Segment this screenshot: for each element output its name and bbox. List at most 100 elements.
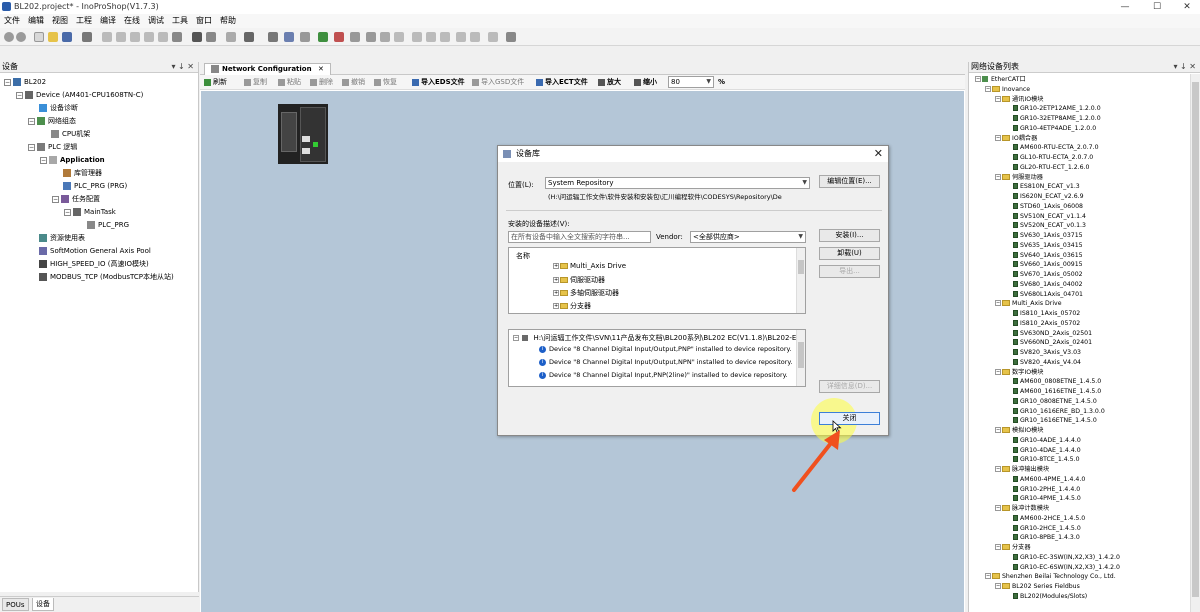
category-item[interactable]: − Inovance (985, 85, 1030, 94)
category-item[interactable]: − 脉冲计数模块 (995, 504, 1049, 513)
comment-icon[interactable] (506, 32, 516, 42)
category-item[interactable]: − 模拟IO模块 (995, 426, 1043, 435)
collapse-icon[interactable]: − (985, 573, 991, 580)
import-ect-button[interactable]: 导入ECT文件 (536, 77, 588, 88)
redo-toolbar-icon[interactable] (116, 32, 126, 42)
collapse-icon[interactable]: − (995, 544, 1001, 550)
device-item[interactable]: SV820_3Axis_V3.03 (1005, 348, 1081, 357)
device-item[interactable]: GR10-4DAE_1.4.4.0 (1005, 446, 1081, 455)
tab-network-configuration[interactable]: Network Configuration ✕ (204, 63, 331, 75)
tab-devices[interactable]: 设备 (32, 598, 54, 611)
step-over-icon[interactable] (412, 32, 422, 42)
device-item[interactable]: GR10-EC-3SW(IN,X2,X3)_1.4.2.0 (1005, 553, 1120, 562)
device-item[interactable]: GR10-2ETP12AME_1.2.0.0 (1005, 104, 1101, 113)
redo-button[interactable]: 恢复 (374, 77, 397, 88)
log-scrollbar[interactable] (796, 330, 805, 386)
expand-icon[interactable]: + (553, 277, 559, 283)
tree-item[interactable]: 库管理器 (52, 167, 102, 179)
run-icon[interactable] (350, 32, 360, 42)
scrollbar-thumb[interactable] (798, 342, 804, 368)
logout-icon[interactable] (334, 32, 344, 42)
device-item[interactable]: AM600_0808ETNE_1.4.5.0 (1005, 377, 1101, 386)
paste-toolbar-icon[interactable] (158, 32, 168, 42)
category-item[interactable]: − IO耦合器 (995, 134, 1037, 143)
tree-item[interactable]: − PLC 逻辑 (28, 141, 77, 153)
device-list[interactable]: 名称 + Multi_Axis Drive + 伺服驱动器 + 多轴伺服驱动器 + 分支器 (508, 247, 806, 314)
collapse-icon[interactable]: − (995, 427, 1001, 433)
plc-device-image[interactable] (278, 104, 328, 164)
tree-item[interactable]: − Device (AM401-CPU1608TN-C) (16, 89, 143, 101)
collapse-icon[interactable]: − (4, 78, 11, 86)
back-icon[interactable] (4, 32, 14, 42)
new-file-icon[interactable] (34, 32, 44, 42)
collapse-icon[interactable]: − (16, 91, 23, 99)
expand-icon[interactable]: + (553, 303, 559, 309)
collapse-icon[interactable]: − (995, 300, 1001, 307)
category-item[interactable]: − Shenzhen Beilai Technology Co., Ltd. (985, 572, 1116, 581)
force-icon[interactable] (456, 32, 466, 42)
menu-debug[interactable]: 调试 (144, 14, 168, 28)
menu-view[interactable]: 视图 (48, 14, 72, 28)
tree-item[interactable]: CPU机架 (40, 128, 90, 140)
category-item[interactable]: − EtherCAT口 (975, 75, 1026, 84)
open-folder-icon[interactable] (48, 32, 58, 42)
collapse-icon[interactable]: − (52, 195, 59, 203)
category-item[interactable]: − 分支器 (995, 543, 1031, 552)
device-item[interactable]: GR10_1616ETNE_1.4.5.0 (1005, 416, 1097, 425)
category-item[interactable]: − 通讯IO模块 (995, 95, 1043, 104)
expand-icon[interactable]: + (553, 290, 559, 296)
collapse-icon[interactable]: − (995, 368, 1001, 375)
device-item[interactable]: IS620N_ECAT_v2.6.9 (1005, 192, 1084, 201)
tab-close-icon[interactable]: ✕ (318, 65, 324, 73)
device-item[interactable]: AM600-RTU-ECTA_2.0.7.0 (1005, 143, 1099, 152)
device-list-item[interactable]: + 伺服驱动器 (553, 275, 605, 285)
collapse-icon[interactable]: − (975, 76, 981, 82)
category-item[interactable]: − 脉冲输出模块 (995, 465, 1049, 474)
device-list-item[interactable]: + 多轴伺服驱动器 (553, 288, 619, 298)
install-log[interactable]: − H:\问运辐工作文件\SVN\11产品发布文档\BL200系列\BL202 … (508, 329, 806, 387)
category-item[interactable]: − Multi_Axis Drive (995, 299, 1062, 308)
device-item[interactable]: SV660_1Axis_00915 (1005, 260, 1083, 269)
menu-edit[interactable]: 编辑 (24, 14, 48, 28)
device-item[interactable]: GR10-8PBE_1.4.3.0 (1005, 533, 1080, 542)
login-icon[interactable] (318, 32, 328, 42)
device-item[interactable]: GR10_0808ETNE_1.4.5.0 (1005, 397, 1097, 406)
import-gsd-button[interactable]: 导入GSD文件 (472, 77, 524, 88)
edit-location-button[interactable]: 编辑位置(E)... (819, 175, 880, 188)
refresh-button[interactable]: 刷新 (204, 77, 227, 88)
print-icon[interactable] (82, 32, 92, 42)
device-item[interactable]: AM600-4PME_1.4.4.0 (1005, 475, 1085, 484)
device-item[interactable]: GR10-2PHE_1.4.4.0 (1005, 485, 1080, 494)
panel-pin-icon[interactable]: ▾ ↓ ✕ (1173, 61, 1196, 72)
save-icon[interactable] (62, 32, 72, 42)
device-item[interactable]: GR10-32ETP8AME_1.2.0.0 (1005, 114, 1101, 123)
device-list-item[interactable]: + Multi_Axis Drive (553, 262, 626, 270)
device-item[interactable]: SV635_1Axis_03415 (1005, 241, 1083, 250)
device-item[interactable]: GR10-4ADE_1.4.4.0 (1005, 436, 1081, 445)
device-item[interactable]: GR10-8TCE_1.4.5.0 (1005, 455, 1080, 464)
tree-item[interactable]: 设备诊断 (28, 102, 78, 114)
collapse-icon[interactable]: − (513, 335, 519, 341)
collapse-icon[interactable]: − (985, 85, 991, 92)
collapse-icon[interactable]: − (995, 173, 1001, 180)
zoom-select[interactable]: 80 ▼ (668, 76, 714, 88)
cut-icon[interactable] (130, 32, 140, 42)
menu-project[interactable]: 工程 (72, 14, 96, 28)
collapse-icon[interactable]: − (40, 156, 47, 164)
import-eds-button[interactable]: 导入EDS文件 (412, 77, 465, 88)
tree-item[interactable]: − 任务配置 (52, 193, 100, 205)
device-item[interactable]: SV680_1Axis_04002 (1005, 280, 1083, 289)
forward-icon[interactable] (16, 32, 26, 42)
breakpoint-icon[interactable] (394, 32, 404, 42)
menu-build[interactable]: 编译 (96, 14, 120, 28)
window-icon[interactable] (226, 32, 236, 42)
step-in-icon[interactable] (426, 32, 436, 42)
stop-icon[interactable] (366, 32, 376, 42)
tree-item[interactable]: − 网络组态 (28, 115, 76, 127)
minimize-button[interactable]: — (1110, 0, 1140, 14)
tree-item[interactable]: − BL202 (4, 76, 46, 88)
device-list-item[interactable]: + 分支器 (553, 301, 591, 311)
device-item[interactable]: GR10-EC-6SW(IN,X2,X3)_1.4.2.0 (1005, 563, 1120, 572)
rebuild-icon[interactable] (284, 32, 294, 42)
menu-file[interactable]: 文件 (0, 14, 24, 28)
